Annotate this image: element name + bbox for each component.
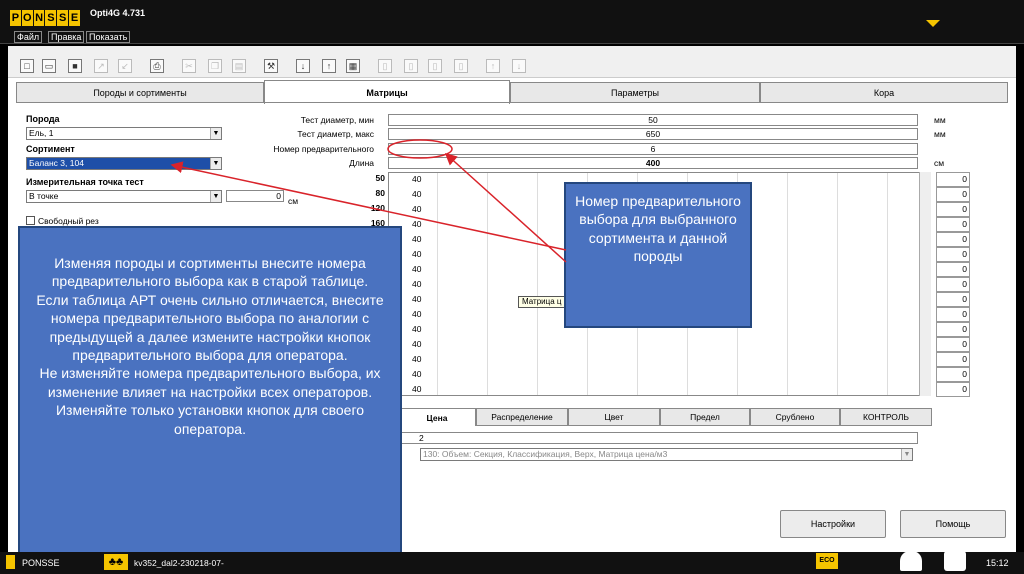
minimize-icon[interactable] [944, 551, 966, 571]
brand-mark-icon [6, 555, 15, 569]
arrow-to-assortment [170, 161, 567, 251]
eco-badge[interactable]: ECO [816, 553, 838, 569]
gauge-icon[interactable] [900, 551, 922, 571]
status-filename: kv352_dal2-230218-07- [134, 558, 224, 568]
trees-icon[interactable]: ♣♣ [104, 554, 128, 570]
annotation-arrows [170, 139, 567, 263]
highlight-ellipse [387, 139, 453, 159]
status-brand: PONSSE [22, 558, 60, 568]
status-time: 15:12 [986, 558, 1009, 568]
